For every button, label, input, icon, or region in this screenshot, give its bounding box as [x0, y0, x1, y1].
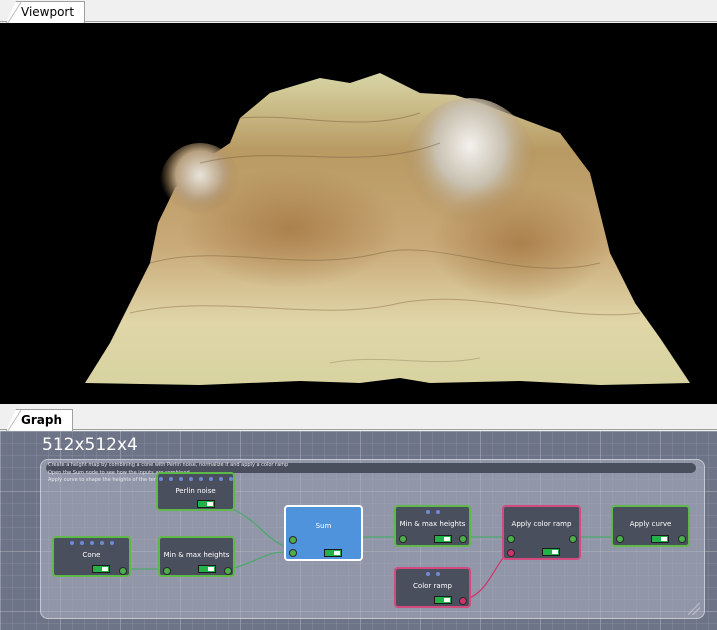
- node-enable-toggle[interactable]: [434, 535, 452, 543]
- output-port[interactable]: [678, 535, 686, 543]
- node-title: Apply color ramp: [511, 520, 572, 528]
- output-port[interactable]: [569, 535, 577, 543]
- output-port[interactable]: [459, 535, 467, 543]
- node-title: Sum: [315, 522, 332, 530]
- node-apply-curve[interactable]: Apply curve: [611, 505, 690, 547]
- tab-graph[interactable]: Graph: [6, 409, 73, 431]
- node-input-pins: [158, 477, 233, 481]
- viewport-canvas[interactable]: [0, 23, 717, 404]
- node-enable-toggle[interactable]: [197, 500, 215, 508]
- input-port[interactable]: [399, 535, 407, 543]
- graph-tabbar: Graph: [0, 408, 717, 431]
- node-title: Min & max heights: [163, 551, 230, 559]
- node-sum[interactable]: Sum: [284, 505, 363, 561]
- output-port[interactable]: [459, 597, 467, 605]
- node-title: Min & max heights: [399, 520, 466, 528]
- node-enable-toggle[interactable]: [651, 535, 669, 543]
- node-perlin-noise[interactable]: Perlin noise: [156, 472, 235, 511]
- node-input-pins: [54, 541, 129, 545]
- node-enable-toggle[interactable]: [92, 565, 110, 573]
- input-port-1[interactable]: [507, 535, 515, 543]
- node-title: Apply curve: [629, 520, 672, 528]
- input-port-1[interactable]: [289, 536, 297, 544]
- terrain-render: [85, 73, 690, 385]
- node-input-pins: [396, 510, 469, 514]
- node-apply-color-ramp[interactable]: Apply color ramp: [502, 505, 581, 560]
- node-min-max-heights-2[interactable]: Min & max heights: [394, 505, 471, 547]
- viewport-tabbar: Viewport: [0, 0, 717, 23]
- graph-editor[interactable]: 512x512x4 Create a height map by combini…: [0, 431, 717, 630]
- node-input-pins: [396, 572, 469, 576]
- input-port-2[interactable]: [507, 549, 515, 557]
- node-enable-toggle[interactable]: [434, 596, 452, 604]
- node-enable-toggle[interactable]: [542, 548, 560, 556]
- node-min-max-heights-1[interactable]: Min & max heights: [158, 536, 235, 577]
- node-title: Color ramp: [413, 582, 452, 590]
- input-port[interactable]: [616, 535, 624, 543]
- node-title: Cone: [82, 551, 101, 559]
- input-port[interactable]: [163, 567, 171, 575]
- node-enable-toggle[interactable]: [198, 565, 216, 573]
- output-port[interactable]: [119, 567, 127, 575]
- node-enable-toggle[interactable]: [324, 549, 342, 557]
- input-port-2[interactable]: [289, 549, 297, 557]
- node-cone[interactable]: Cone: [52, 536, 131, 577]
- node-color-ramp[interactable]: Color ramp: [394, 567, 471, 608]
- tab-viewport[interactable]: Viewport: [6, 1, 86, 23]
- output-port[interactable]: [224, 567, 232, 575]
- node-title: Perlin noise: [175, 487, 216, 495]
